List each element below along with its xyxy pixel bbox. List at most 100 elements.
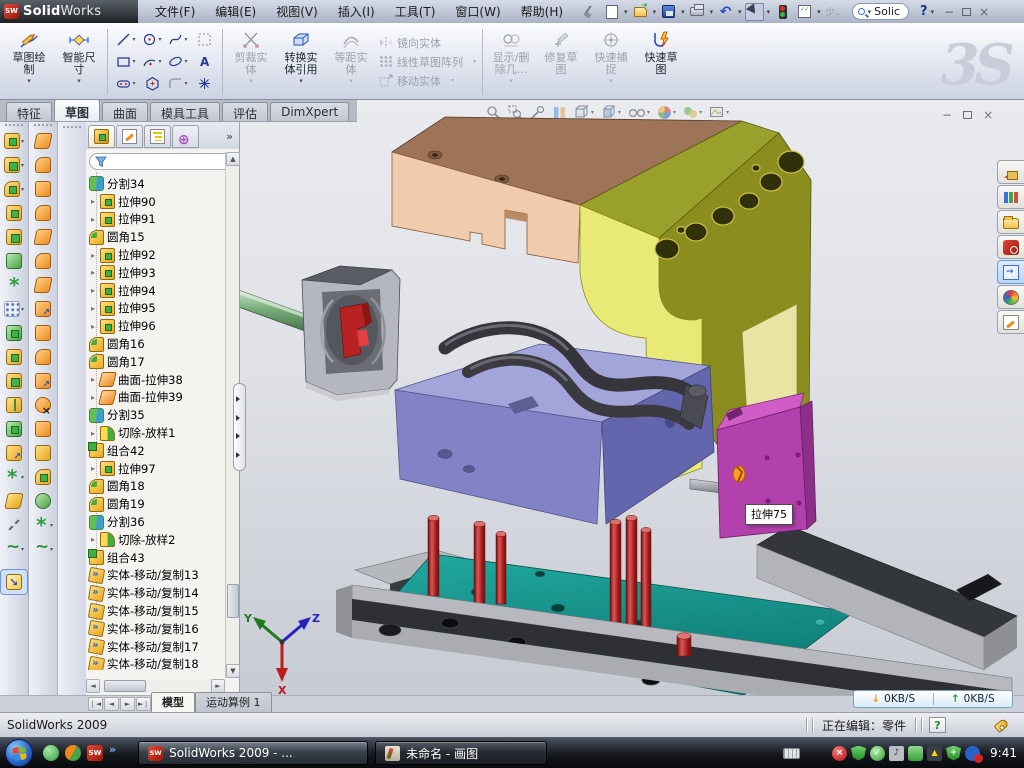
tray-network-icon[interactable] <box>908 746 923 761</box>
convert-entities-button[interactable]: 转换实体引用 ▾ <box>276 26 326 97</box>
extruded-boss-button[interactable]: ▾ <box>0 129 28 153</box>
next-tab-button[interactable]: ► <box>120 697 135 711</box>
network-speed-widget[interactable]: ↓ 0KB/S ↑ 0KB/S <box>853 690 1013 708</box>
tree-item-extrude95[interactable]: ▸ 拉伸95 <box>86 300 239 318</box>
delete-face-button[interactable]: ▾ <box>29 393 57 417</box>
tree-item-movecopy13[interactable]: ▸ 实体-移动/复制13 <box>86 567 239 585</box>
trim-surface-button[interactable]: ▾ <box>29 369 57 393</box>
revolved-surface-button[interactable]: ▾ <box>29 153 57 177</box>
sketch-button[interactable]: 草图绘制 ▾ <box>4 26 54 97</box>
tree-item-extrude90[interactable]: ▸ 拉伸90 <box>86 193 239 211</box>
tree-item-movecopy15[interactable]: ▸ 实体-移动/复制15 <box>86 602 239 620</box>
filled-surface-button[interactable]: ▾ <box>29 249 57 273</box>
tree-item-movecopy18[interactable]: ▸ 实体-移动/复制18 <box>86 656 239 670</box>
tray-sync-icon[interactable] <box>965 746 980 761</box>
offset-entities-button[interactable]: 等距实体 ▾ <box>326 26 376 97</box>
expand-arrow-icon[interactable]: ▸ <box>89 197 97 206</box>
new-document-button[interactable] <box>602 3 621 21</box>
tree-item-surface-extrude38[interactable]: ▸ 曲面-拉伸38 <box>86 371 239 389</box>
tree-item-split35[interactable]: ▸ 分割35 <box>86 406 239 424</box>
print-button[interactable] <box>688 3 707 21</box>
display-delete-dropdown[interactable]: ▾ <box>509 77 513 85</box>
swept-surface-button[interactable]: ▾ <box>29 177 57 201</box>
menu-item[interactable]: 插入(I) <box>329 1 384 22</box>
reference-point-button[interactable]: ▾ <box>0 465 28 489</box>
scroll-right-button[interactable]: ► <box>211 679 225 693</box>
appearances-tab[interactable] <box>997 285 1024 309</box>
ribbon-tab[interactable]: 特征 <box>6 102 52 121</box>
tree-item-split34[interactable]: ▸ 分割34 <box>86 175 239 193</box>
dimxpert-manager-tab[interactable] <box>172 125 199 148</box>
tray-antivirus-icon[interactable] <box>851 746 866 761</box>
file-explorer-tab[interactable] <box>997 210 1024 234</box>
ribbon-tab[interactable]: DimXpert <box>270 102 349 121</box>
taskbar-task-solidworks[interactable]: SW SolidWorks 2009 - ... <box>138 741 368 765</box>
rapid-sketch-button[interactable]: 快速草图 <box>636 26 686 97</box>
magnified-selection-button[interactable] <box>530 105 545 120</box>
tag-icon[interactable] <box>994 717 1010 732</box>
last-tab-button[interactable]: ►❘ <box>136 697 151 711</box>
feature-manager-tab[interactable] <box>88 125 115 148</box>
search-box[interactable]: ▾ Solic <box>852 3 909 20</box>
menu-item[interactable]: 工具(T) <box>386 1 445 22</box>
custom-properties-tab[interactable] <box>997 310 1024 334</box>
tree-item-movecopy17[interactable]: ▸ 实体-移动/复制17 <box>86 638 239 656</box>
tree-item-fillet15[interactable]: ▸ 圆角15 <box>86 228 239 246</box>
planar-surface-button[interactable]: ▾ <box>29 273 57 297</box>
scroll-up-button[interactable]: ▲ <box>226 152 240 166</box>
convert-dropdown[interactable]: ▾ <box>299 77 303 85</box>
replace-face-button[interactable]: ▾ <box>29 417 57 441</box>
model-sprue-bushing[interactable] <box>230 266 400 401</box>
menu-item[interactable]: 帮助(H) <box>512 1 572 22</box>
display-style-button[interactable]: ▾ <box>601 105 621 120</box>
restore-button[interactable] <box>962 8 971 16</box>
document-tab[interactable]: 运动算例 1 <box>195 692 272 712</box>
hide-show-items-button[interactable]: ▾ <box>628 105 650 120</box>
linear-sketch-pattern-button[interactable]: 线性草图阵列▾ <box>379 54 476 70</box>
view-palette-tab[interactable] <box>997 260 1024 284</box>
ribbon-tab[interactable]: 评估 <box>222 102 268 121</box>
expand-arrow-icon[interactable]: ▸ <box>89 215 97 224</box>
sketch-text-button[interactable]: A <box>191 51 217 73</box>
ribbon-tab[interactable]: 曲面 <box>102 102 148 121</box>
repair-sketch-button[interactable]: 修复草图 <box>536 26 586 97</box>
tree-item-movecopy14[interactable]: ▸ 实体-移动/复制14 <box>86 584 239 602</box>
tray-security-alert-icon[interactable]: × <box>832 746 847 761</box>
line-button[interactable]: ▾ <box>113 29 139 51</box>
resources-tab[interactable] <box>997 160 1024 184</box>
tree-item-extrude91[interactable]: ▸ 拉伸91 <box>86 211 239 229</box>
minimize-button[interactable]: − <box>944 5 954 19</box>
ribbon-tab[interactable]: 模具工具 <box>150 102 220 121</box>
keyboard-layout-icon[interactable] <box>783 748 800 759</box>
combine-button[interactable]: ▾ <box>0 417 28 441</box>
expand-arrow-icon[interactable]: ▸ <box>89 268 97 277</box>
options-dropdown[interactable]: ▾ <box>817 8 821 16</box>
reference-geometry-button[interactable]: ▾ <box>29 513 57 537</box>
menu-item[interactable]: 窗口(W) <box>446 1 509 22</box>
undo-dropdown[interactable]: ▾ <box>738 8 742 16</box>
quick-launch-messenger-icon[interactable] <box>43 745 59 761</box>
expand-arrow-icon[interactable]: ▸ <box>89 375 97 384</box>
hole-wizard-button[interactable]: ▾ <box>0 273 28 297</box>
tree-item-fillet17[interactable]: ▸ 圆角17 <box>86 353 239 371</box>
quick-snaps-button[interactable]: 快速捕捉 ▾ <box>586 26 636 97</box>
close-button[interactable]: × <box>979 5 989 19</box>
tray-update-icon[interactable]: ✓ <box>870 746 885 761</box>
tree-item-extrude93[interactable]: ▸ 拉伸93 <box>86 264 239 282</box>
pin-icon[interactable] <box>580 3 599 21</box>
expand-arrow-icon[interactable]: ▸ <box>89 286 97 295</box>
search-value[interactable]: Solic <box>874 5 900 18</box>
view-settings-button[interactable]: ▾ <box>709 105 729 120</box>
split-button[interactable]: ▾ <box>0 393 28 417</box>
view-orientation-button[interactable]: ▾ <box>574 105 594 120</box>
radiate-surface-button[interactable]: ▾ <box>29 345 57 369</box>
tree-item-fillet18[interactable]: ▸ 圆角18 <box>86 478 239 496</box>
move-copy-button[interactable]: ▾ <box>0 441 28 465</box>
arc-button[interactable]: ▾ <box>139 51 165 73</box>
document-tab[interactable]: 模型 <box>151 692 195 712</box>
expand-arrow-icon[interactable]: ▸ <box>89 464 97 473</box>
new-dropdown[interactable]: ▾ <box>624 8 628 16</box>
menu-item[interactable]: 编辑(E) <box>206 1 265 22</box>
tree-item-extrude92[interactable]: ▸ 拉伸92 <box>86 246 239 264</box>
section-view-button[interactable] <box>552 105 567 120</box>
